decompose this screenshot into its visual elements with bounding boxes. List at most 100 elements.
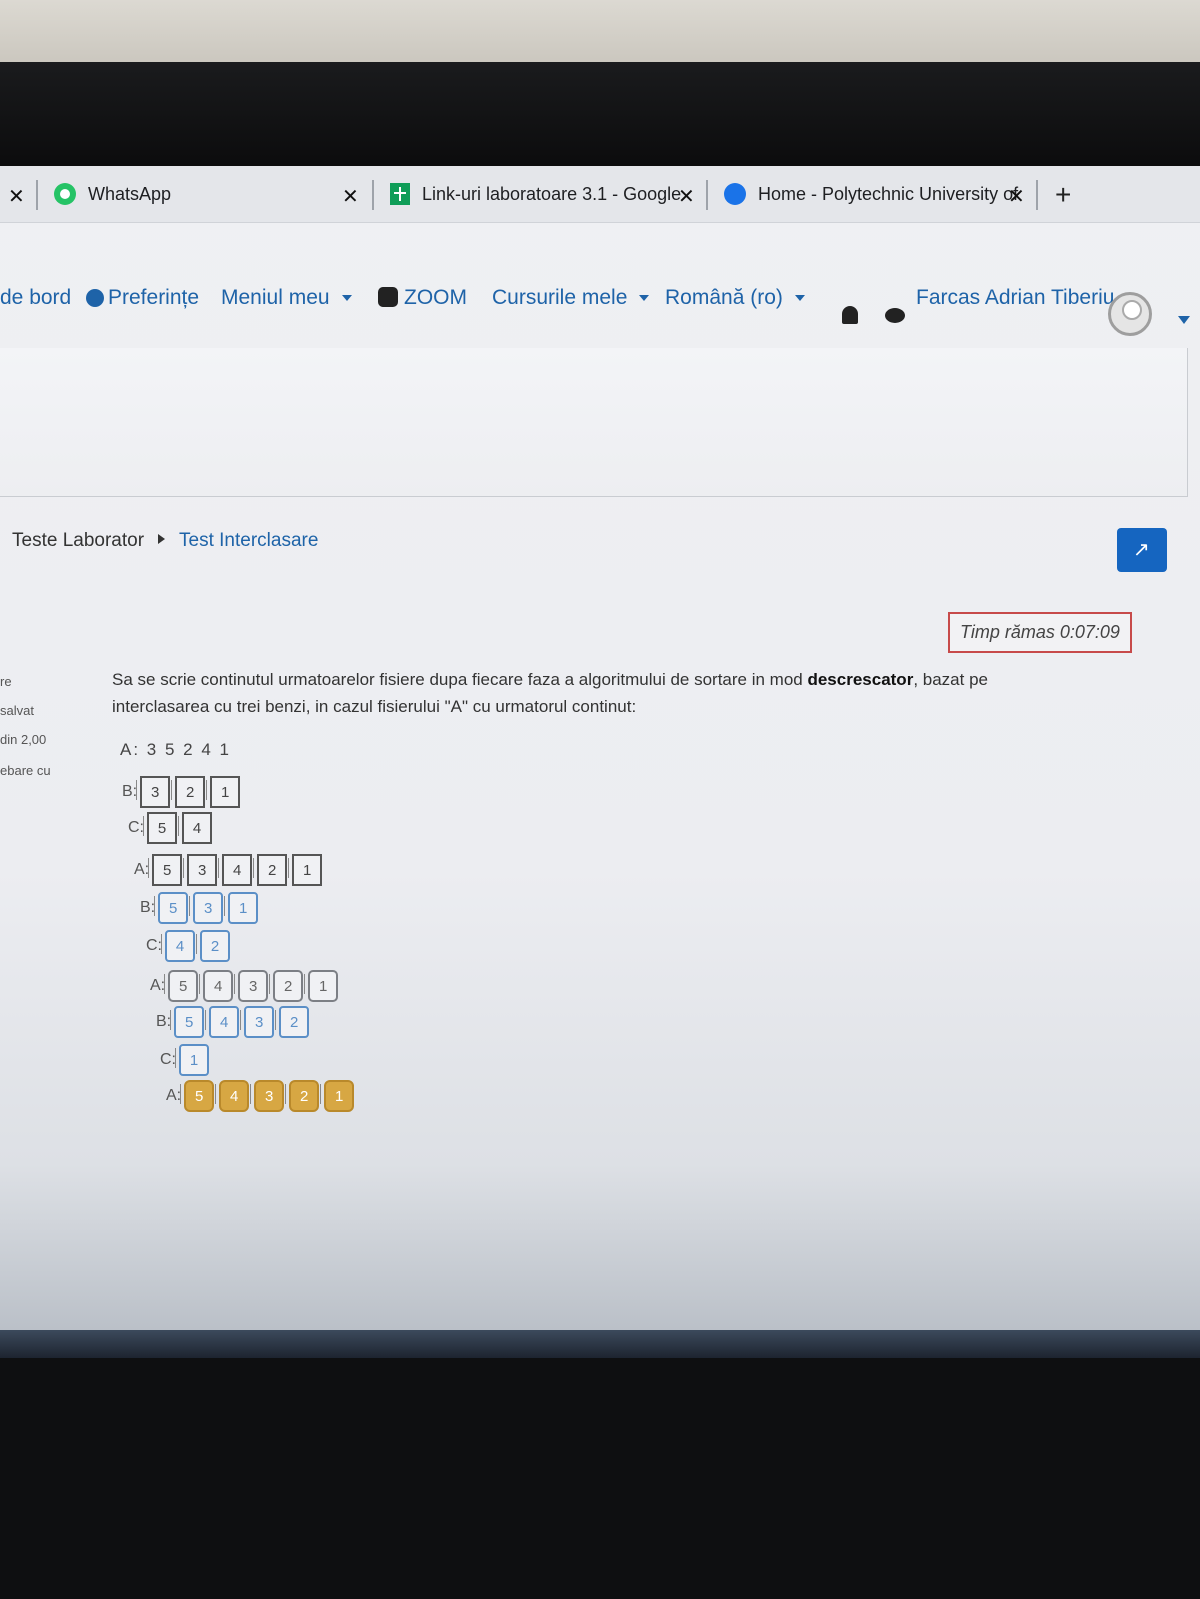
answer-input[interactable]: 1 [224, 892, 259, 924]
tape-row: A: 5 3 4 2 1 [134, 854, 327, 886]
answer-input[interactable]: 5 [148, 854, 183, 886]
tape-row: B: 5 3 1 [140, 892, 263, 924]
question-info-status: re [0, 674, 12, 689]
browser-screen: ✕ WhatsApp ✕ Link-uri laboratoare 3.1 - … [0, 166, 1200, 1341]
whatsapp-icon [54, 183, 76, 205]
question-keyword: descrescator [807, 670, 914, 689]
answer-input[interactable]: 2 [196, 930, 230, 962]
answer-input[interactable]: 1 [206, 776, 241, 808]
answer-input[interactable]: 1 [320, 1080, 355, 1112]
tab-label: Link-uri laboratoare 3.1 - Google [422, 183, 682, 204]
fullscreen-button[interactable] [1117, 528, 1167, 572]
answer-input[interactable]: 2 [285, 1080, 320, 1112]
initial-file-content: A: 3 5 2 4 1 [120, 740, 231, 759]
close-icon[interactable]: ✕ [342, 184, 359, 209]
nav-zoom[interactable]: ZOOM [378, 286, 467, 310]
answer-input[interactable]: 2 [171, 776, 206, 808]
tab-bar: ✕ WhatsApp ✕ Link-uri laboratoare 3.1 - … [0, 166, 1200, 223]
nav-language[interactable]: Română (ro) [665, 286, 805, 310]
user-name[interactable]: Farcas Adrian Tiberiu [916, 286, 1114, 310]
answer-input[interactable]: 1 [288, 854, 323, 886]
page-header [0, 348, 1188, 497]
site-icon [724, 183, 746, 205]
answer-input[interactable]: 2 [275, 1006, 310, 1038]
answer-input[interactable]: 5 [164, 970, 199, 1002]
tab-google-sheets[interactable]: Link-uri laboratoare 3.1 - Google [390, 174, 681, 214]
moodle-navbar: de bord Preferințe Meniul meu ZOOM Cursu… [0, 286, 1200, 346]
tape-label: C: [160, 1051, 176, 1068]
tape-label: C: [128, 819, 144, 836]
answer-input[interactable]: 4 [161, 930, 195, 962]
tape-label: A: [166, 1087, 182, 1104]
tape-label: C: [146, 937, 162, 954]
close-icon[interactable]: ✕ [678, 184, 695, 209]
tape-label: B: [140, 899, 156, 916]
new-tab-button[interactable]: + [1055, 181, 1071, 209]
gear-icon [88, 291, 102, 305]
bell-icon[interactable] [842, 306, 858, 324]
nav-my-menu[interactable]: Meniul meu [221, 286, 352, 310]
answer-input[interactable]: 5 [180, 1080, 215, 1112]
answer-input[interactable]: 3 [183, 854, 218, 886]
tape-row: A: 5 4 3 2 1 [166, 1080, 359, 1112]
nav-preferences[interactable]: Preferințe [88, 286, 199, 310]
tab-label: Home - Polytechnic University of [758, 183, 1019, 204]
answer-input[interactable]: 4 [178, 812, 212, 844]
breadcrumb-parent[interactable]: Teste Laborator [12, 530, 144, 551]
tape-row: C: 5 4 [128, 812, 217, 844]
sheets-icon [390, 183, 410, 205]
nav-zoom-label: ZOOM [404, 286, 467, 309]
tab-separator [706, 180, 708, 210]
breadcrumb-current[interactable]: Test Interclasare [179, 530, 318, 551]
monitor-bezel [0, 62, 1200, 172]
answer-input[interactable]: 1 [175, 1044, 209, 1076]
chevron-down-icon [639, 295, 650, 302]
nav-my-courses[interactable]: Cursurile mele [492, 286, 650, 310]
answer-input[interactable]: 2 [269, 970, 304, 1002]
answer-input[interactable]: 4 [218, 854, 253, 886]
answer-input[interactable]: 3 [250, 1080, 285, 1112]
tab-label: WhatsApp [88, 183, 172, 204]
answer-input[interactable]: 5 [154, 892, 189, 924]
answer-input[interactable]: 1 [304, 970, 339, 1002]
question-text: Sa se scrie continutul urmatoarelor fisi… [112, 666, 1072, 720]
tab-separator [1036, 180, 1038, 210]
tab-separator [372, 180, 374, 210]
answer-input[interactable]: 2 [253, 854, 288, 886]
tab-whatsapp[interactable]: WhatsApp [54, 174, 171, 214]
question-info-flag: ebare cu [0, 763, 51, 778]
tab-separator [36, 180, 38, 210]
nav-my-menu-label: Meniul meu [221, 286, 330, 309]
answer-input[interactable]: 3 [234, 970, 269, 1002]
avatar[interactable] [1108, 292, 1152, 336]
tape-label: B: [156, 1013, 172, 1030]
nav-dashboard[interactable]: de bord [0, 286, 71, 310]
tape-row: C: 4 2 [146, 930, 235, 962]
chevron-right-icon [158, 534, 166, 544]
answer-input[interactable]: 4 [199, 970, 234, 1002]
chat-icon[interactable] [885, 308, 905, 323]
tape-row: C: 1 [160, 1044, 214, 1076]
close-icon[interactable]: ✕ [1008, 184, 1025, 209]
tape-row: A: 5 4 3 2 1 [150, 970, 343, 1002]
time-remaining: Timp rămas 0:07:09 [948, 612, 1132, 653]
answer-input[interactable]: 4 [205, 1006, 240, 1038]
answer-input[interactable]: 3 [136, 776, 171, 808]
answer-input[interactable]: 3 [240, 1006, 275, 1038]
answer-input[interactable]: 3 [189, 892, 224, 924]
tape-label: A: [150, 977, 166, 994]
answer-input[interactable]: 5 [170, 1006, 205, 1038]
chevron-down-icon [341, 295, 352, 302]
tab-home-polytechnic[interactable]: Home - Polytechnic University of [724, 174, 1018, 214]
nav-language-label: Română (ro) [665, 286, 783, 309]
tape-label: B: [122, 783, 138, 800]
close-icon[interactable]: ✕ [8, 184, 25, 209]
question-info-saved: salvat [0, 703, 34, 718]
chevron-down-icon [794, 295, 805, 302]
breadcrumb: Teste Laborator Test Interclasare [12, 530, 318, 552]
question-text-part1: Sa se scrie continutul urmatoarelor fisi… [112, 670, 808, 689]
answer-input[interactable]: 4 [215, 1080, 250, 1112]
chevron-down-icon[interactable] [1178, 316, 1190, 324]
tape-label: A: [134, 861, 150, 878]
answer-input[interactable]: 5 [143, 812, 177, 844]
